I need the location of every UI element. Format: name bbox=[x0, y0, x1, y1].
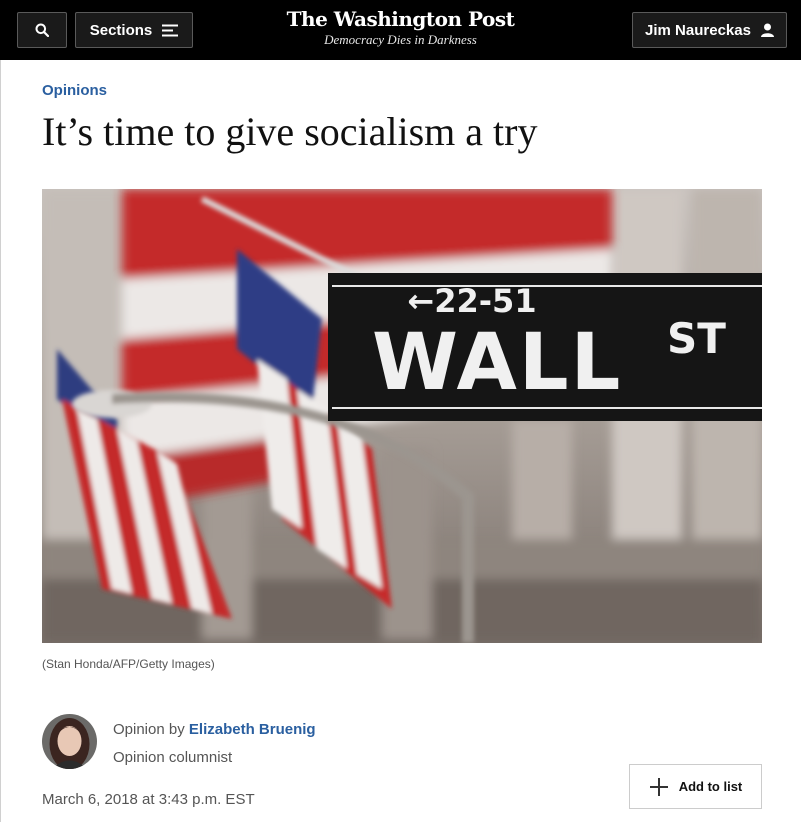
image-caption: (Stan Honda/AFP/Getty Images) bbox=[42, 657, 215, 671]
plus-icon bbox=[649, 777, 668, 796]
sign-street-name: WALL bbox=[372, 318, 622, 408]
site-logo[interactable]: The Washington Post bbox=[250, 6, 551, 32]
page-edge-divider bbox=[0, 60, 1, 822]
masthead[interactable]: The Washington Post Democracy Dies in Da… bbox=[250, 6, 551, 48]
site-tagline: Democracy Dies in Darkness bbox=[324, 32, 477, 47]
add-to-list-label: Add to list bbox=[678, 779, 743, 794]
article-byline: Opinion by Elizabeth Bruenig bbox=[113, 721, 316, 738]
user-account-button[interactable]: Jim Naureckas bbox=[632, 12, 787, 48]
publish-date: March 6, 2018 at 3:43 p.m. EST bbox=[42, 791, 255, 808]
sections-button[interactable]: Sections bbox=[75, 12, 193, 48]
sign-street-suffix: ST bbox=[667, 314, 726, 363]
author-role: Opinion columnist bbox=[113, 749, 233, 766]
sign-arrow-number: ←22-51 bbox=[407, 282, 536, 320]
byline-prefix: Opinion by bbox=[113, 721, 189, 738]
user-name: Jim Naureckas bbox=[645, 21, 751, 39]
article-headline: It’s time to give socialism a try bbox=[42, 109, 538, 154]
sections-label: Sections bbox=[89, 21, 153, 39]
search-icon bbox=[35, 23, 49, 37]
search-button[interactable] bbox=[17, 12, 67, 48]
person-icon bbox=[760, 23, 774, 37]
add-to-list-button[interactable]: Add to list bbox=[629, 764, 762, 809]
section-kicker-link[interactable]: Opinions bbox=[42, 82, 107, 99]
hero-image: ←22-51 WALL ST bbox=[42, 189, 762, 643]
menu-lines-icon bbox=[162, 24, 179, 36]
author-avatar[interactable] bbox=[42, 714, 97, 769]
author-name-link[interactable]: Elizabeth Bruenig bbox=[189, 721, 316, 738]
top-navigation-bar: Sections The Washington Post Democracy D… bbox=[0, 0, 801, 60]
